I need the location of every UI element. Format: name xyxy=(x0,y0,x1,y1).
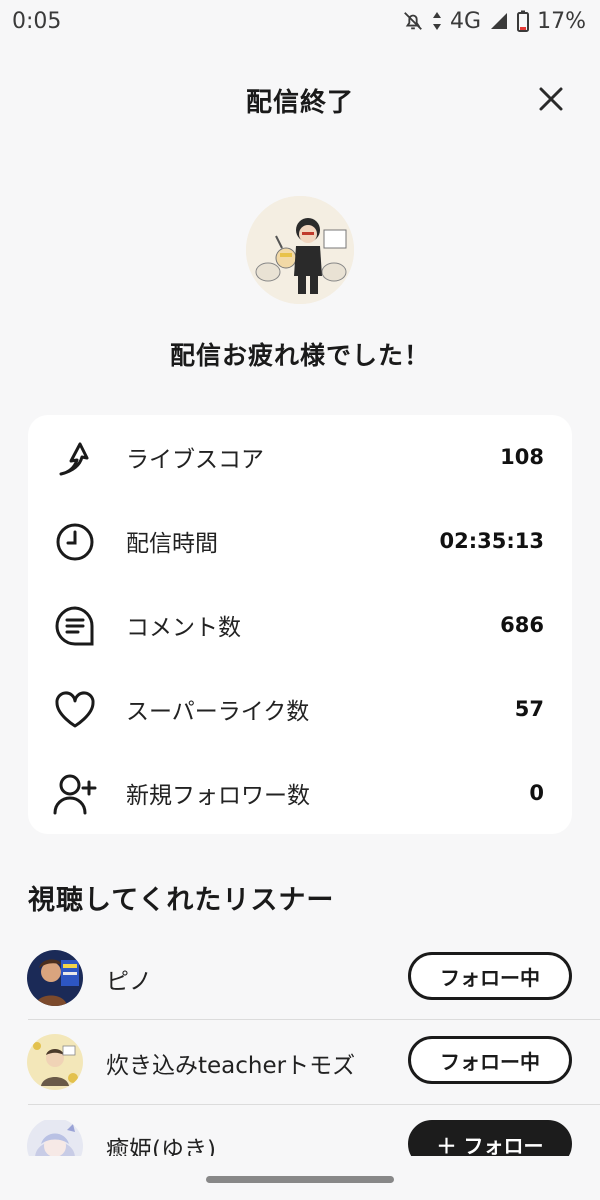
divider xyxy=(28,1104,600,1105)
stat-label: 配信時間 xyxy=(126,531,218,557)
stat-value: 02:35:13 xyxy=(439,529,544,553)
home-indicator[interactable] xyxy=(206,1176,394,1183)
clock-icon xyxy=(52,519,98,565)
stat-label: 新規フォロワー数 xyxy=(126,783,310,809)
list-item[interactable]: ピノ フォロー中 xyxy=(0,936,600,1020)
stat-row-live-score: ライブスコア 108 xyxy=(28,427,572,487)
stat-label: ライブスコア xyxy=(126,447,264,473)
listener-name: 炊き込みteacherトモズ xyxy=(106,1053,356,1079)
list-clip: 癒姫(ゆき) ＋ フォロー xyxy=(0,1120,600,1156)
following-button[interactable]: フォロー中 xyxy=(408,1036,572,1084)
stat-row-new-followers: 新規フォロワー数 0 xyxy=(28,763,572,823)
avatar[interactable] xyxy=(27,1034,83,1090)
close-icon xyxy=(539,87,563,111)
stat-row-comments: コメント数 686 xyxy=(28,595,572,655)
listener-name: ピノ xyxy=(106,969,152,995)
stat-label: コメント数 xyxy=(126,615,241,641)
heart-icon xyxy=(52,687,98,733)
following-button[interactable]: フォロー中 xyxy=(408,952,572,1000)
stat-row-duration: 配信時間 02:35:13 xyxy=(28,511,572,571)
live-score-icon xyxy=(52,435,98,481)
page-title: 配信終了 xyxy=(245,87,354,118)
greeting-message: 配信お疲れ様でした！ xyxy=(169,341,430,370)
data-arrows-icon xyxy=(432,10,442,32)
close-button[interactable] xyxy=(536,84,566,114)
avatar[interactable] xyxy=(27,950,83,1006)
stat-value: 686 xyxy=(500,613,544,637)
comment-icon xyxy=(52,603,98,649)
battery-level: 17% xyxy=(537,8,586,34)
status-icons: 4G 17% xyxy=(402,9,586,34)
list-item[interactable]: 炊き込みteacherトモズ フォロー中 xyxy=(0,1020,600,1104)
stats-card: ライブスコア 108 配信時間 02:35:13 コメント数 686 スーパーラ… xyxy=(28,415,572,834)
network-type: 4G xyxy=(450,8,482,34)
status-time: 0:05 xyxy=(12,8,62,34)
stat-value: 57 xyxy=(514,697,544,721)
avatar[interactable] xyxy=(27,1120,83,1156)
notifications-off-icon xyxy=(402,10,424,32)
signal-icon xyxy=(489,11,509,31)
listener-name: 癒姫(ゆき) xyxy=(106,1137,216,1156)
follow-button[interactable]: ＋ フォロー xyxy=(408,1120,572,1156)
add-user-icon xyxy=(52,771,98,817)
header: 配信終了 xyxy=(0,70,600,130)
stat-value: 108 xyxy=(500,445,544,469)
stat-value: 0 xyxy=(529,781,544,805)
stat-label: スーパーライク数 xyxy=(126,699,310,725)
battery-icon xyxy=(517,10,530,32)
streamer-avatar xyxy=(246,196,354,304)
status-bar: 0:05 4G 17% xyxy=(0,0,600,42)
stat-row-superlikes: スーパーライク数 57 xyxy=(28,679,572,739)
listeners-section-title: 視聴してくれたリスナー xyxy=(28,885,335,916)
list-item[interactable]: 癒姫(ゆき) ＋ フォロー xyxy=(0,1120,600,1156)
